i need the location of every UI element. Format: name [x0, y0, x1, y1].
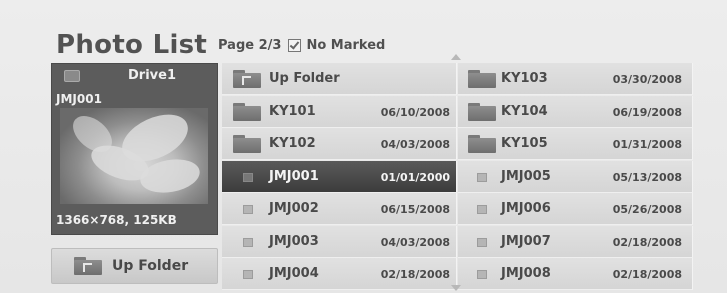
up-folder-item[interactable]: Up Folder	[222, 63, 457, 95]
up-folder-icon	[233, 70, 261, 88]
scroll-up-arrow-icon[interactable]	[451, 54, 461, 60]
photo-file-icon	[477, 205, 487, 214]
folder-icon	[468, 135, 496, 153]
photo-list-screen: Photo List Page 2/3 No Marked Drive1 JMJ…	[0, 0, 727, 293]
folder-icon	[233, 135, 261, 153]
item-name: KY103	[501, 71, 548, 86]
file-grid: Up Folder KY101 06/10/2008 KY102 04/03/2008 J…	[222, 63, 693, 290]
item-date: 06/15/2008	[380, 203, 450, 216]
folder-item[interactable]: KY101 06/10/2008	[222, 95, 457, 128]
folder-icon	[233, 102, 261, 121]
up-folder-button[interactable]: Up Folder	[51, 248, 218, 284]
item-date: 01/31/2008	[612, 138, 682, 151]
thumbnail-petal	[137, 155, 203, 197]
file-item[interactable]: JMJ005 05/13/2008	[458, 160, 693, 193]
file-item[interactable]: JMJ007 02/18/2008	[458, 225, 693, 258]
marked-status: No Marked	[306, 38, 386, 53]
file-grid-column-left: Up Folder KY101 06/10/2008 KY102 04/03/2008 J…	[222, 63, 457, 291]
file-item[interactable]: JMJ006 05/26/2008	[458, 193, 693, 225]
item-name: KY102	[269, 136, 316, 151]
item-date: 04/03/2008	[380, 235, 450, 249]
page-indicator: Page 2/3	[218, 38, 282, 53]
item-name: KY104	[501, 103, 548, 119]
item-name: Up Folder	[269, 71, 340, 86]
item-name: JMJ002	[269, 201, 319, 216]
item-date: 02/18/2008	[380, 268, 450, 281]
page-info: Page 2/3 No Marked	[218, 38, 385, 53]
item-name: JMJ003	[269, 233, 319, 249]
drive-row: Drive1	[52, 68, 217, 86]
folder-item[interactable]: KY104 06/19/2008	[458, 95, 693, 128]
item-date: 05/13/2008	[612, 170, 682, 184]
item-date: 02/18/2008	[612, 268, 682, 281]
folder-item[interactable]: KY102 04/03/2008	[222, 128, 457, 160]
photo-file-icon	[243, 172, 253, 182]
file-item[interactable]: JMJ008 02/18/2008	[458, 258, 693, 290]
photo-thumbnail	[60, 108, 208, 204]
photo-file-icon	[477, 270, 487, 279]
checkbox-checked-icon	[288, 39, 302, 52]
photo-file-icon	[477, 172, 487, 182]
page-title: Photo List	[56, 30, 208, 60]
folder-icon	[468, 70, 496, 88]
up-folder-icon	[74, 257, 102, 275]
preview-filename: JMJ001	[56, 92, 102, 106]
photo-file-icon	[243, 270, 253, 279]
file-item[interactable]: JMJ004 02/18/2008	[222, 258, 457, 290]
file-item[interactable]: JMJ001 01/01/2000	[222, 160, 457, 193]
item-date: 04/03/2008	[380, 138, 450, 151]
item-date: 03/30/2008	[612, 73, 682, 86]
photo-file-icon	[477, 237, 487, 247]
item-date: 02/18/2008	[612, 235, 682, 249]
usb-drive-icon	[64, 70, 80, 82]
item-name: KY105	[501, 136, 548, 151]
item-name: JMJ005	[501, 168, 551, 184]
item-name: JMJ006	[501, 201, 551, 216]
photo-file-icon	[243, 237, 253, 247]
up-folder-button-label: Up Folder	[112, 258, 189, 274]
folder-item[interactable]: KY105 01/31/2008	[458, 128, 693, 160]
folder-item[interactable]: KY103 03/30/2008	[458, 63, 693, 95]
item-name: JMJ001	[269, 168, 319, 184]
file-item[interactable]: JMJ003 04/03/2008	[222, 225, 457, 258]
item-date: 06/10/2008	[380, 105, 450, 119]
drive-label: Drive1	[128, 68, 176, 83]
item-name: JMJ007	[501, 233, 551, 249]
item-date: 05/26/2008	[612, 203, 682, 216]
preview-resolution-size: 1366×768, 125KB	[56, 213, 177, 227]
item-name: JMJ004	[269, 266, 319, 281]
file-grid-column-right: KY103 03/30/2008 KY104 06/19/2008 KY105 01/31…	[458, 63, 693, 291]
item-date: 01/01/2000	[380, 170, 450, 184]
file-item[interactable]: JMJ002 06/15/2008	[222, 193, 457, 225]
photo-file-icon	[243, 205, 253, 214]
item-date: 06/19/2008	[612, 105, 682, 119]
item-name: JMJ008	[501, 266, 551, 281]
folder-icon	[468, 102, 496, 121]
scroll-down-arrow-icon[interactable]	[451, 285, 461, 291]
preview-panel: Drive1 JMJ001 1366×768, 125KB	[51, 63, 218, 235]
item-name: KY101	[269, 103, 316, 119]
